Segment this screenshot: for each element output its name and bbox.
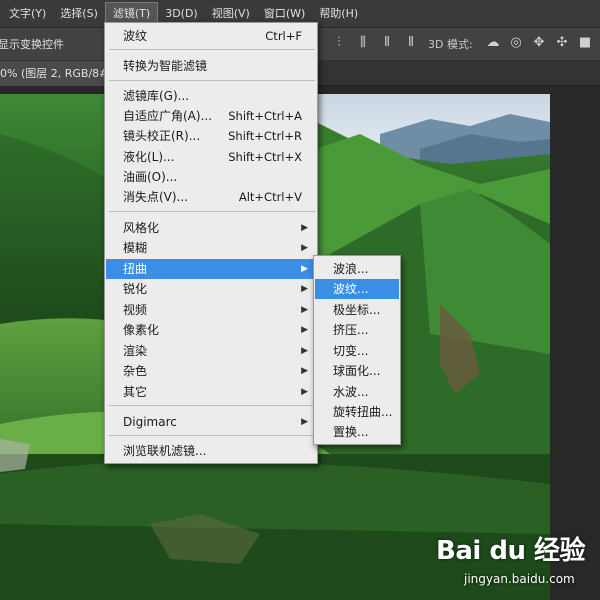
menu-item-lens-correction[interactable]: 镜头校正(R)... Shift+Ctrl+R: [106, 126, 316, 146]
menu-item-label: 自适应广角(A)...: [123, 109, 213, 123]
menu-item-render[interactable]: 渲染 ▶: [106, 341, 316, 361]
menu-item-oil-paint[interactable]: 油画(O)...: [106, 167, 316, 187]
baidu-jingyan-watermark: Bai du 经验 jingyan.baidu.com: [436, 530, 596, 596]
slide-3d-icon[interactable]: ✣: [553, 34, 571, 52]
menu-item-label: Digimarc: [123, 415, 177, 429]
menu-item-label: 风格化: [123, 221, 160, 235]
menu-item-vanishing-point[interactable]: 消失点(V)... Alt+Ctrl+V: [106, 187, 316, 207]
rotate-3d-icon[interactable]: ☁: [484, 34, 502, 52]
submenu-arrow-icon: ▶: [301, 264, 308, 274]
submenu-arrow-icon: ▶: [301, 387, 308, 397]
submenu-arrow-icon: ▶: [301, 284, 308, 294]
menu-item-label: 渲染: [123, 344, 148, 358]
align-icons: ⫶ ⫼ ⫴ ⦀: [330, 34, 420, 52]
menu-item-adaptive-wide-angle[interactable]: 自适应广角(A)... Shift+Ctrl+A: [106, 106, 316, 126]
menu-select[interactable]: 选择(S): [53, 2, 105, 26]
menu-item-label: 转换为智能滤镜: [123, 59, 208, 73]
submenu-item-displace[interactable]: 置换...: [315, 422, 399, 442]
menu-item-label: 油画(O)...: [123, 170, 178, 184]
menu-item-filter-gallery[interactable]: 滤镜库(G)...: [106, 86, 316, 106]
show-transform-controls-label[interactable]: 显示变换控件: [0, 36, 64, 52]
mode-3d-icons: ☁ ◎ ✥ ✣ ■: [484, 34, 594, 52]
menu-item-sharpen[interactable]: 锐化 ▶: [106, 279, 316, 299]
menu-item-digimarc[interactable]: Digimarc ▶: [106, 412, 316, 432]
drag-3d-icon[interactable]: ✥: [530, 34, 548, 52]
shortcut-label: Shift+Ctrl+A: [228, 109, 302, 123]
filter-menu: 波纹 Ctrl+F 转换为智能滤镜 滤镜库(G)... 自适应广角(A)... …: [104, 22, 318, 464]
shortcut-label: Alt+Ctrl+V: [238, 190, 302, 204]
menu-help[interactable]: 帮助(H): [312, 2, 365, 26]
roll-3d-icon[interactable]: ◎: [507, 34, 525, 52]
distort-submenu: 波浪... 波纹... 极坐标... 挤压... 切变... 球面化... 水波…: [313, 255, 401, 445]
menu-item-liquify[interactable]: 液化(L)... Shift+Ctrl+X: [106, 147, 316, 167]
align-hcenter-icon[interactable]: ⫴: [378, 34, 396, 52]
align-vcenter-icon[interactable]: ⫶: [330, 34, 348, 52]
mode-3d-label: 3D 模式:: [428, 38, 473, 51]
watermark-logo: Bai du 经验: [436, 536, 586, 566]
menu-type[interactable]: 文字(Y): [2, 2, 53, 26]
menu-item-label: 滤镜库(G)...: [123, 89, 190, 103]
menu-item-pixelate[interactable]: 像素化 ▶: [106, 320, 316, 340]
menu-item-blur[interactable]: 模糊 ▶: [106, 238, 316, 258]
menu-item-stylize[interactable]: 风格化 ▶: [106, 218, 316, 238]
menu-item-label: 波纹: [123, 29, 148, 43]
scale-3d-icon[interactable]: ■: [576, 34, 594, 52]
menu-divider: [109, 49, 315, 50]
submenu-arrow-icon: ▶: [301, 346, 308, 356]
menu-item-label: 视频: [123, 303, 148, 317]
submenu-arrow-icon: ▶: [301, 325, 308, 335]
menu-item-label: 像素化: [123, 323, 160, 337]
menu-item-label: 杂色: [123, 364, 148, 378]
distribute-icon[interactable]: ⦀: [402, 34, 420, 52]
menu-divider: [109, 405, 315, 406]
shortcut-label: Ctrl+F: [265, 29, 302, 43]
submenu-item-pinch[interactable]: 挤压...: [315, 320, 399, 340]
shortcut-label: Shift+Ctrl+X: [228, 150, 302, 164]
menu-divider: [109, 211, 315, 212]
menu-item-label: 锐化: [123, 282, 148, 296]
document-tab[interactable]: 0% (图层 2, RGB/8#): [0, 61, 108, 86]
menu-item-other[interactable]: 其它 ▶: [106, 382, 316, 402]
menu-item-browse-online-filters[interactable]: 浏览联机滤镜...: [106, 441, 316, 461]
menu-item-convert-smart-filter[interactable]: 转换为智能滤镜: [106, 56, 316, 76]
menu-item-distort[interactable]: 扭曲 ▶: [106, 259, 316, 279]
menu-divider: [109, 435, 315, 436]
menu-item-label: 其它: [123, 385, 148, 399]
submenu-arrow-icon: ▶: [301, 366, 308, 376]
submenu-item-polar-coordinates[interactable]: 极坐标...: [315, 300, 399, 320]
menu-item-ripple-last[interactable]: 波纹 Ctrl+F: [106, 26, 316, 46]
menu-item-label: 模糊: [123, 241, 148, 255]
menu-item-label: 液化(L)...: [123, 150, 175, 164]
menu-item-label: 浏览联机滤镜...: [123, 444, 207, 458]
menu-item-video[interactable]: 视频 ▶: [106, 300, 316, 320]
shortcut-label: Shift+Ctrl+R: [228, 129, 302, 143]
submenu-arrow-icon: ▶: [301, 417, 308, 427]
submenu-item-wave[interactable]: 波浪...: [315, 259, 399, 279]
submenu-item-shear[interactable]: 切变...: [315, 341, 399, 361]
menu-item-label: 消失点(V)...: [123, 190, 189, 204]
submenu-arrow-icon: ▶: [301, 305, 308, 315]
submenu-item-spherize[interactable]: 球面化...: [315, 361, 399, 381]
menu-item-noise[interactable]: 杂色 ▶: [106, 361, 316, 381]
submenu-item-ripple[interactable]: 波纹...: [315, 279, 399, 299]
submenu-item-twirl[interactable]: 旋转扭曲...: [315, 402, 399, 422]
align-bottom-icon[interactable]: ⫼: [354, 34, 372, 52]
submenu-arrow-icon: ▶: [301, 243, 308, 253]
submenu-arrow-icon: ▶: [301, 223, 308, 233]
menu-item-label: 扭曲: [123, 262, 148, 276]
menu-item-label: 镜头校正(R)...: [123, 129, 201, 143]
watermark-url: jingyan.baidu.com: [464, 572, 575, 586]
submenu-item-zigzag[interactable]: 水波...: [315, 382, 399, 402]
menu-divider: [109, 80, 315, 81]
